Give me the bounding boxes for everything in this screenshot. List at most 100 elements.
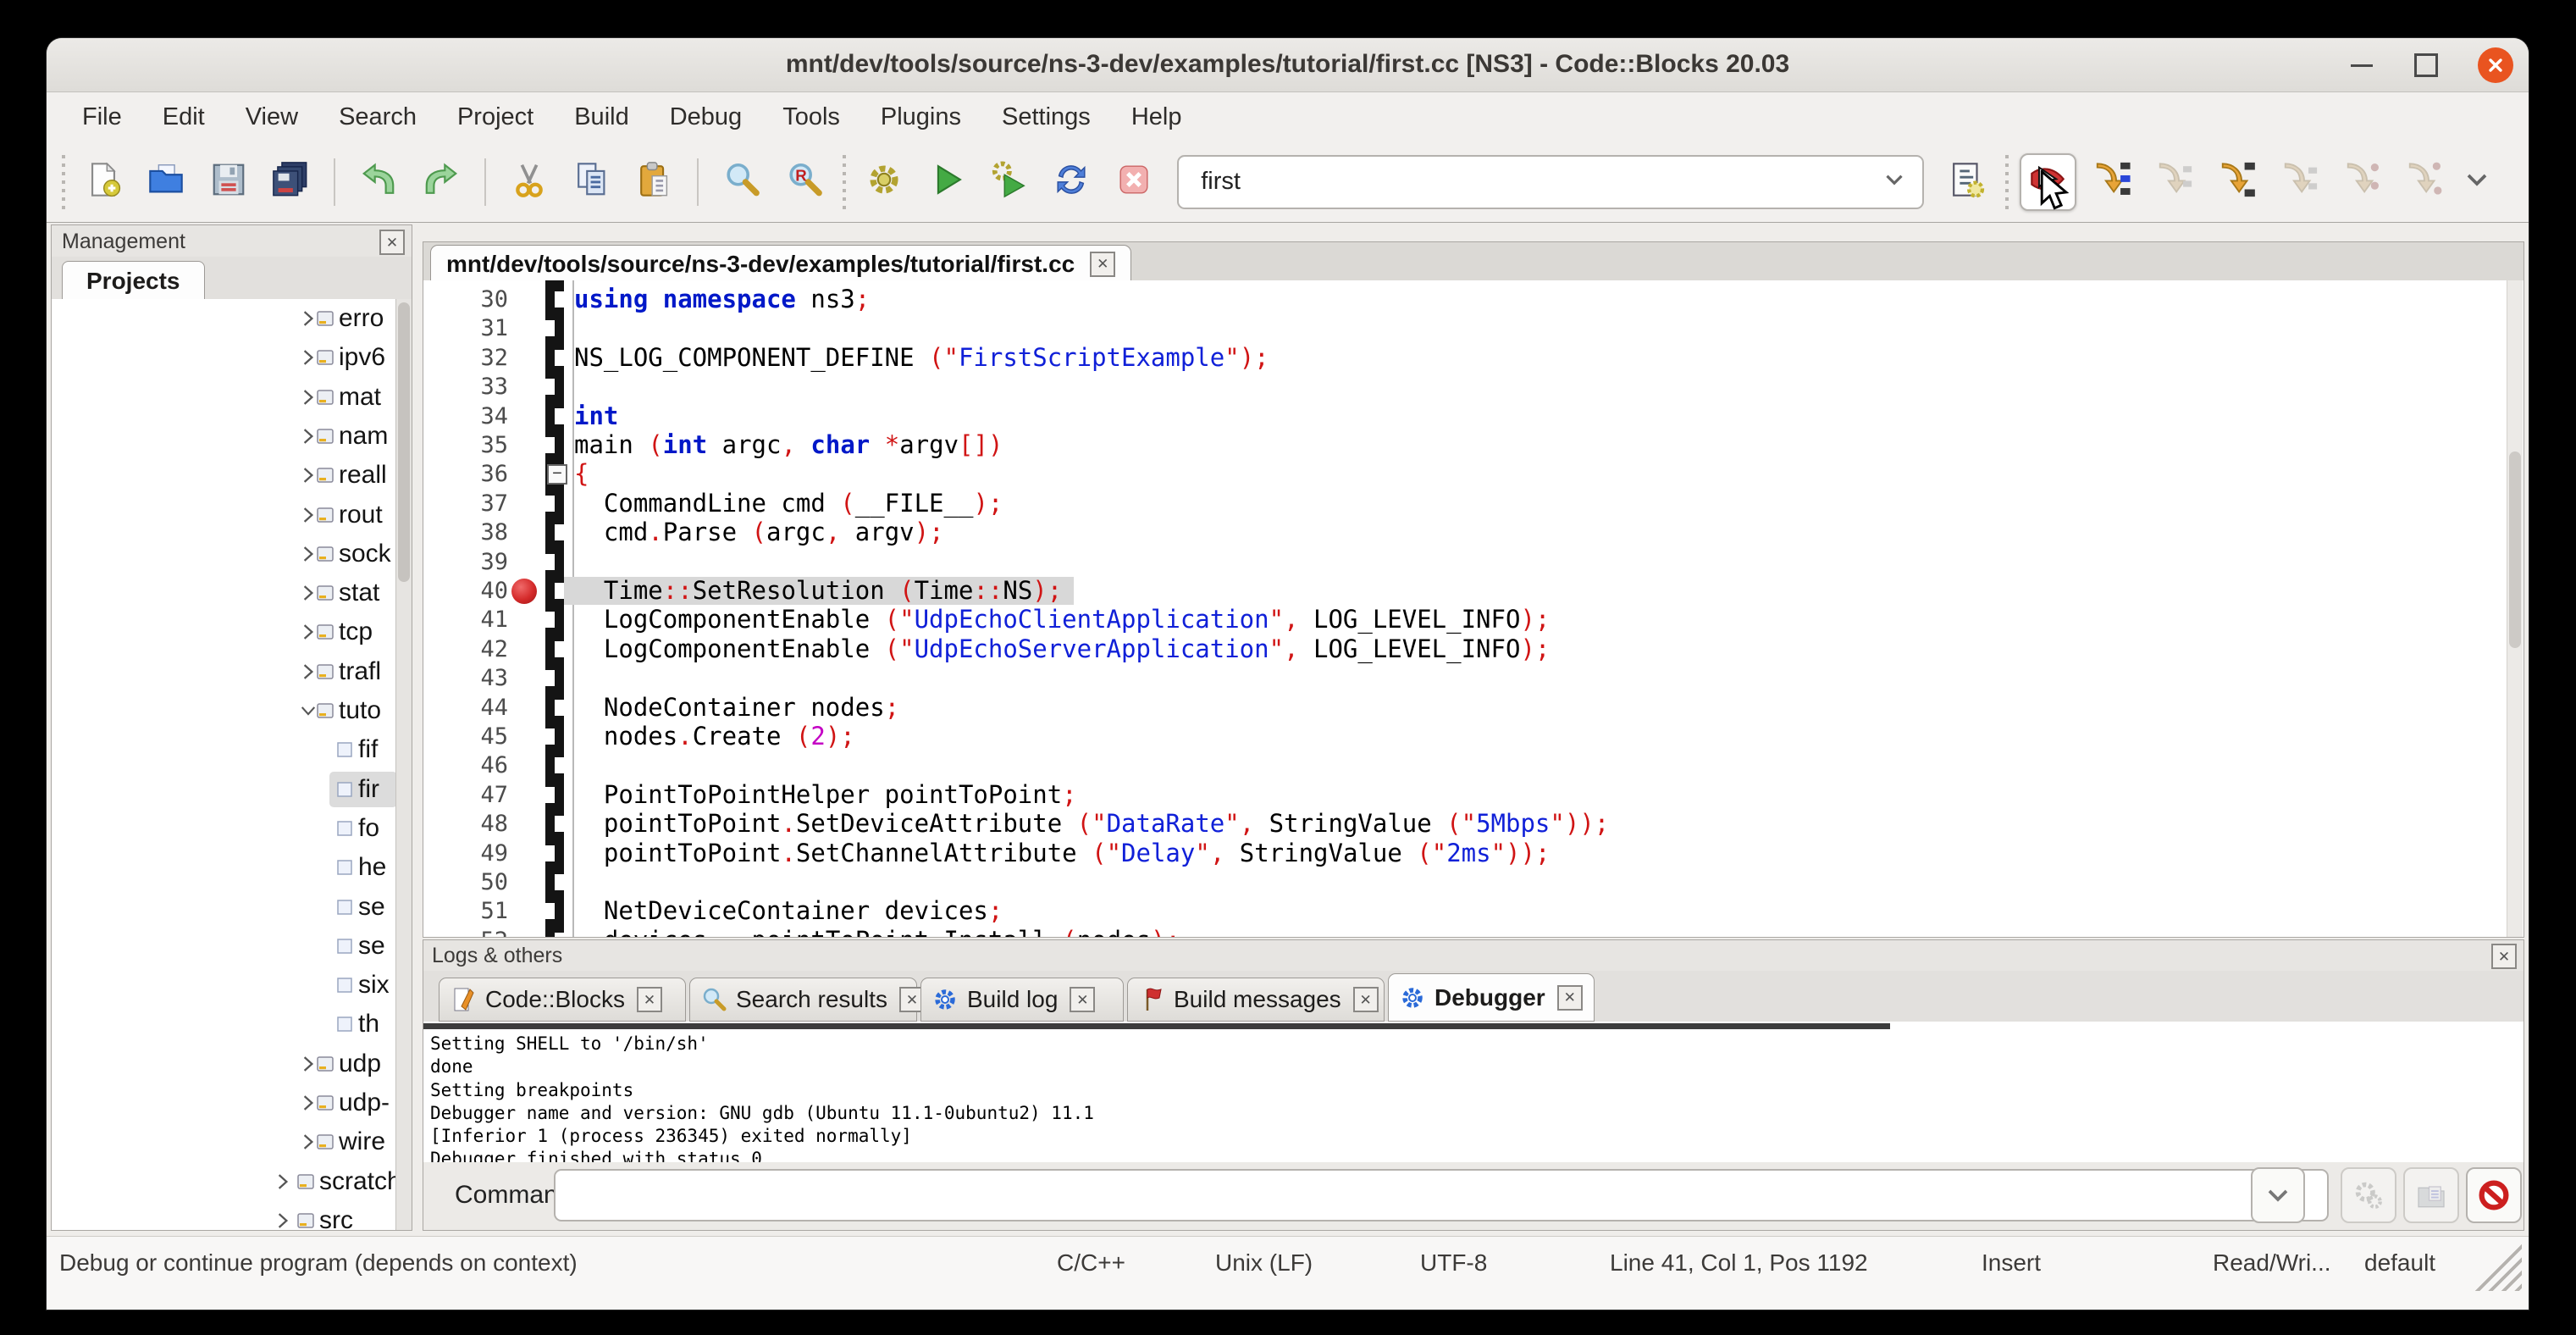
minimize-button[interactable] [2344,47,2380,83]
find-button[interactable] [715,155,769,209]
line-number[interactable]: 43 [423,665,508,691]
tree-item-udp-[interactable]: udp- [52,1083,397,1122]
editor-tab-close-icon[interactable]: ✕ [1090,252,1115,277]
line-number[interactable]: 45 [423,723,508,750]
tree-item-rout[interactable]: rout [52,496,397,535]
line-number[interactable]: 47 [423,782,508,808]
rebuild-button[interactable] [1045,155,1099,209]
tree-item-sock[interactable]: sock [52,535,397,573]
line-number[interactable]: 37 [423,490,508,517]
code-line-31[interactable]: 31 [423,313,2507,343]
log-tab-close-icon[interactable]: ✕ [1353,987,1379,1012]
build-button[interactable] [857,155,911,209]
line-number[interactable]: 42 [423,636,508,662]
toolbar-grip[interactable] [58,155,69,209]
menu-view[interactable]: View [225,98,318,136]
code-line-50[interactable]: 50 [423,867,2507,897]
tree-item-he[interactable]: he [52,848,397,887]
line-number[interactable]: 40 [423,578,508,604]
menu-file[interactable]: File [62,98,142,136]
logs-close-icon[interactable]: ✕ [2491,944,2517,969]
tree-item-erro[interactable]: erro [52,299,397,338]
code-line-45[interactable]: 45 nodes.Create (2); [423,722,2507,751]
code-line-32[interactable]: 32NS_LOG_COMPONENT_DEFINE ("FirstScriptE… [423,343,2507,373]
chevron-right-icon[interactable] [272,1209,294,1230]
line-number[interactable]: 35 [423,432,508,458]
line-number[interactable]: 33 [423,374,508,400]
line-number[interactable]: 46 [423,752,508,778]
editor-tab-first-cc[interactable]: mnt/dev/tools/source/ns-3-dev/examples/t… [430,245,1131,282]
code-editor[interactable]: 30using namespace ns3;3132NS_LOG_COMPONE… [423,280,2524,938]
step-into-instruction-button[interactable] [2398,155,2452,209]
editor-scrollbar[interactable] [2507,280,2523,937]
next-line-button[interactable] [2148,155,2202,209]
line-number[interactable]: 30 [423,286,508,313]
tree-item-fir[interactable]: fir [52,770,397,809]
code-line-44[interactable]: 44 NodeContainer nodes; [423,693,2507,723]
title-bar[interactable]: mnt/dev/tools/source/ns-3-dev/examples/t… [47,38,2529,92]
chevron-right-icon[interactable] [272,1170,294,1194]
editor-scrollbar-thumb[interactable] [2509,451,2521,649]
tree-item-wire[interactable]: wire [52,1122,397,1161]
menu-edit[interactable]: Edit [142,98,225,136]
line-number[interactable]: 52 [423,928,508,938]
cut-button[interactable] [502,155,556,209]
code-line-37[interactable]: 37 CommandLine cmd (__FILE__); [423,489,2507,518]
tree-item-mat[interactable]: mat [52,378,397,417]
command-input[interactable] [554,1169,2329,1221]
abort-button[interactable] [1107,155,1161,209]
line-number[interactable]: 51 [423,898,508,924]
management-close-icon[interactable]: ✕ [379,230,405,255]
breakpoint-icon[interactable] [511,579,537,604]
log-tab-build-log[interactable]: Build log✕ [920,978,1124,1022]
line-number[interactable]: 41 [423,607,508,633]
save-file-button[interactable] [202,155,256,209]
save-all-button[interactable] [263,155,318,209]
log-tab-search-results[interactable]: Search results✕ [689,978,917,1022]
stop-debugger-button[interactable] [2466,1167,2522,1223]
tree-item-fif[interactable]: fif [52,730,397,769]
debugger-output[interactable]: Setting SHELL to '/bin/sh'doneSetting br… [423,1022,2523,1163]
undo-button[interactable] [351,155,406,209]
tree-item-src[interactable]: src [52,1201,397,1230]
tree-scrollbar[interactable] [395,299,412,1230]
code-line-33[interactable]: 33 [423,372,2507,402]
line-number[interactable]: 39 [423,549,508,575]
menu-build[interactable]: Build [554,98,650,136]
line-number[interactable]: 32 [423,345,508,371]
tree-item-fo[interactable]: fo [52,809,397,848]
tree-item-ipv6[interactable]: ipv6 [52,338,397,377]
line-number[interactable]: 36 [423,461,508,487]
line-number[interactable]: 49 [423,840,508,867]
log-tab-code-blocks[interactable]: Code::Blocks✕ [439,978,686,1022]
replace-button[interactable]: R [777,155,832,209]
code-line-36[interactable]: 36−{ [423,459,2507,489]
log-tab-close-icon[interactable]: ✕ [1557,985,1583,1011]
build-target-combobox[interactable]: first [1177,155,1924,209]
code-line-48[interactable]: 48 pointToPoint.SetDeviceAttribute ("Dat… [423,809,2507,839]
menu-plugins[interactable]: Plugins [860,98,981,136]
management-header[interactable]: Management ✕ [52,225,412,258]
new-file-button[interactable] [76,155,130,209]
code-line-35[interactable]: 35main (int argc, char *argv[]) [423,430,2507,460]
line-number[interactable]: 44 [423,695,508,721]
code-line-38[interactable]: 38 cmd.Parse (argc, argv); [423,518,2507,547]
run-button[interactable] [920,155,974,209]
toolbar-grip[interactable] [839,155,849,209]
code-line-47[interactable]: 47 PointToPointHelper pointToPoint; [423,780,2507,810]
menu-search[interactable]: Search [318,98,437,136]
line-number[interactable]: 34 [423,403,508,429]
code-line-52[interactable]: 52 devices = pointToPoint.Install (nodes… [423,926,2507,938]
code-line-51[interactable]: 51 NetDeviceContainer devices; [423,896,2507,926]
debugger-folder-button[interactable] [2403,1167,2459,1223]
run-to-cursor-button[interactable] [2085,155,2139,209]
close-button[interactable] [2478,47,2513,83]
toolbar-grip[interactable] [2002,155,2012,209]
tree-item-tcp[interactable]: tcp [52,612,397,651]
compiler-options-button[interactable] [1940,155,1994,209]
toolbar-overflow-button[interactable] [2456,161,2498,203]
tree-item-reall[interactable]: reall [52,456,397,495]
menu-debug[interactable]: Debug [650,98,762,136]
copy-button[interactable] [565,155,619,209]
menu-settings[interactable]: Settings [981,98,1111,136]
